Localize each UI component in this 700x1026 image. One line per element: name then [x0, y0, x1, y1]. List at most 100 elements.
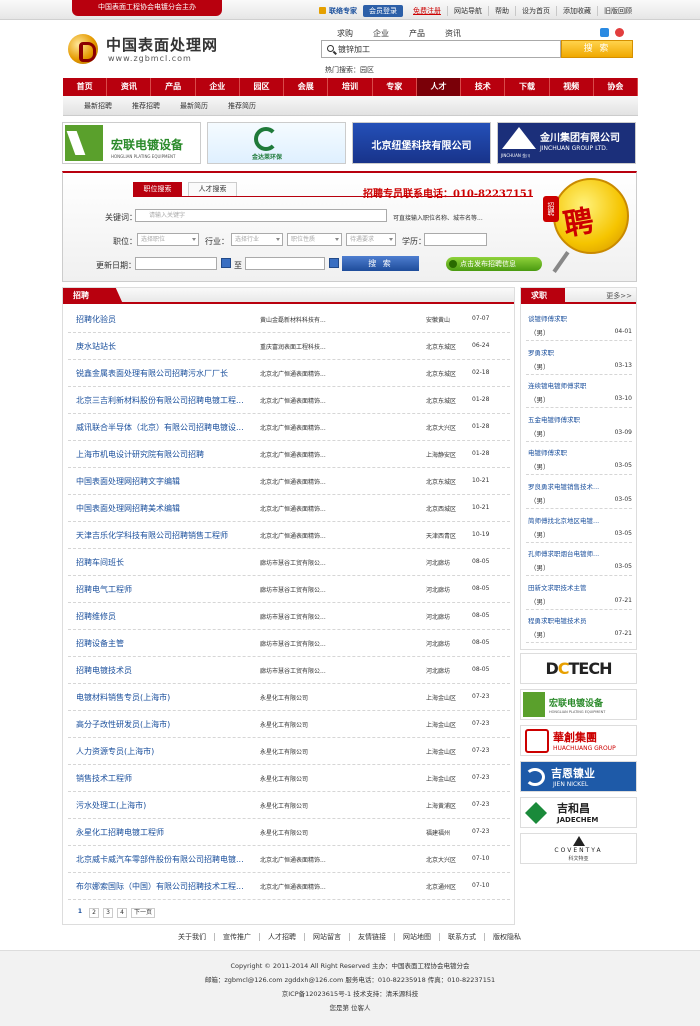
logo-dctech[interactable]: DCTECH: [520, 653, 637, 684]
logo-huachuang[interactable]: 華創集團 HUACHUANG GROUP: [520, 725, 637, 756]
job-title-link[interactable]: 招聘维修员: [76, 611, 254, 622]
top-link-favorite[interactable]: 添加收藏: [556, 6, 597, 16]
seeker-more-link[interactable]: 更多>>: [606, 291, 632, 301]
job-title-link[interactable]: 招聘设备主管: [76, 638, 254, 649]
footer-link-privacy[interactable]: 版权隐私: [484, 933, 529, 941]
job-title-link[interactable]: 北京三吉利新材料股份有限公司招聘电镀工程...: [76, 395, 254, 406]
qq-icon[interactable]: [600, 28, 609, 37]
seeker-name-link[interactable]: 五金电镀师傅求职: [528, 414, 632, 424]
job-title-link[interactable]: 销售技术工程师: [76, 773, 254, 784]
job-title-link[interactable]: 中国表面处理网招聘美术编辑: [76, 503, 254, 514]
search-input[interactable]: [338, 42, 558, 56]
keyword-input[interactable]: 请输入关键字: [135, 209, 387, 222]
calendar-icon[interactable]: [221, 258, 231, 268]
job-title-link[interactable]: 招聘化验员: [76, 314, 254, 325]
search-tab-company[interactable]: 企业: [373, 28, 389, 39]
seeker-name-link[interactable]: 连续镀电镀师傅求职: [528, 380, 632, 390]
footer-link-contact[interactable]: 联系方式: [439, 933, 484, 941]
weibo-icon[interactable]: [615, 28, 624, 37]
search-tab-purchase[interactable]: 求购: [337, 28, 353, 39]
nav-association[interactable]: 协会: [594, 78, 639, 96]
job-title-link[interactable]: 庚水站站长: [76, 341, 254, 352]
contact-expert-link[interactable]: 联络专家: [313, 6, 363, 16]
footer-link-jobs[interactable]: 人才招聘: [259, 933, 304, 941]
job-search-button[interactable]: 搜 索: [342, 256, 419, 271]
job-title-link[interactable]: 人力资源专员(上海市): [76, 746, 254, 757]
footer-link-about[interactable]: 关于我们: [170, 933, 214, 941]
page-4[interactable]: 4: [117, 908, 127, 918]
subnav-recommended-jobs[interactable]: 推荐招聘: [132, 96, 160, 115]
nav-exhibitions[interactable]: 会展: [284, 78, 329, 96]
nav-talent[interactable]: 人才: [416, 78, 462, 96]
subnav-recommended-resumes[interactable]: 推荐简历: [228, 96, 256, 115]
logo-honglian[interactable]: 宏联电镀设备 HONGLIAN PLATING EQUIPMENT: [520, 689, 637, 720]
top-link-homepage[interactable]: 设为首页: [515, 6, 556, 16]
nav-companies[interactable]: 企业: [196, 78, 240, 96]
seeker-name-link[interactable]: 孔师傅求职烟台电镀师...: [528, 548, 632, 558]
job-title-link[interactable]: 锐鑫金属表面处理有限公司招聘污水厂厂长: [76, 368, 254, 379]
footer-link-message[interactable]: 网站留言: [304, 933, 349, 941]
logo-jien-nickel[interactable]: 吉恩镍业 JIEN NICKEL: [520, 761, 637, 792]
logo-coventya[interactable]: COVENTYA 科文特亚: [520, 833, 637, 864]
nature-select[interactable]: 职位性质: [287, 233, 342, 246]
seeker-name-link[interactable]: 田新文求职技术主管: [528, 582, 632, 592]
nav-parks[interactable]: 园区: [240, 78, 285, 96]
job-title-link[interactable]: 永星化工招聘电镀工程师: [76, 827, 254, 838]
search-tab-news[interactable]: 资讯: [445, 28, 461, 39]
calendar-icon[interactable]: [329, 258, 339, 268]
job-title-link[interactable]: 北京威卡威汽车零部件股份有限公司招聘电镀...: [76, 854, 254, 865]
top-link-old-version[interactable]: 旧版回顾: [597, 6, 638, 16]
site-logo[interactable]: 中国表面处理网 www.zgbmcl.com: [68, 30, 228, 66]
banner-jinchuan[interactable]: 金川集团有限公司 JINCHUAN GROUP LTD. JINCHUAN 金川: [497, 122, 636, 164]
page-1[interactable]: 1: [75, 908, 85, 918]
page-2[interactable]: 2: [89, 908, 99, 918]
nav-news[interactable]: 资讯: [107, 78, 152, 96]
post-job-button[interactable]: 点击发布招聘信息: [446, 257, 542, 271]
date-to-input[interactable]: [245, 257, 325, 270]
tab-talent-search[interactable]: 人才搜索: [188, 182, 237, 196]
seeker-name-link[interactable]: 谈镀师傅求职: [528, 313, 632, 323]
position-select[interactable]: 选择职位: [137, 233, 199, 246]
subnav-latest-resumes[interactable]: 最新简历: [180, 96, 208, 115]
job-title-link[interactable]: 招聘电镀技术员: [76, 665, 254, 676]
job-title-link[interactable]: 电镀材料销售专员(上海市): [76, 692, 254, 703]
industry-select[interactable]: 选择行业: [231, 233, 283, 246]
seeker-name-link[interactable]: 罗良勇求电镀销售技术...: [528, 481, 632, 491]
education-select[interactable]: [424, 233, 487, 246]
job-title-link[interactable]: 天津吉乐化学科技有限公司招聘销售工程师: [76, 530, 254, 541]
nav-products[interactable]: 产品: [151, 78, 196, 96]
job-title-link[interactable]: 招聘车间班长: [76, 557, 254, 568]
nav-technology[interactable]: 技术: [461, 78, 506, 96]
nav-training[interactable]: 培训: [328, 78, 373, 96]
footer-link-sitemap[interactable]: 网站地图: [394, 933, 439, 941]
salary-select[interactable]: 待遇要求: [346, 233, 396, 246]
footer-link-promotion[interactable]: 宣传推广: [214, 933, 259, 941]
banner-jindalai[interactable]: 金达莱环保: [207, 122, 346, 164]
nav-download[interactable]: 下载: [505, 78, 550, 96]
date-from-input[interactable]: [135, 257, 217, 270]
footer-link-friends[interactable]: 友情链接: [349, 933, 394, 941]
hot-search-item[interactable]: 园区: [360, 66, 374, 74]
job-title-link[interactable]: 上海市机电设计研究院有限公司招聘: [76, 449, 254, 460]
logo-jadechem[interactable]: 吉和昌 JADECHEM: [520, 797, 637, 828]
nav-video[interactable]: 视频: [550, 78, 594, 96]
register-link[interactable]: 免费注册: [407, 6, 447, 16]
top-link-help[interactable]: 帮助: [488, 6, 515, 16]
nav-home[interactable]: 首页: [63, 78, 108, 96]
seeker-name-link[interactable]: 程勇求职电镀技术员: [528, 615, 632, 625]
page-3[interactable]: 3: [103, 908, 113, 918]
job-title-link[interactable]: 布尔娜索国际（中国）有限公司招聘技术工程...: [76, 881, 254, 892]
next-page-button[interactable]: 下一页: [131, 908, 156, 918]
member-login-button[interactable]: 会员登录: [363, 5, 403, 17]
seeker-name-link[interactable]: 电镀师傅求职: [528, 447, 632, 457]
nav-experts[interactable]: 专家: [373, 78, 417, 96]
top-link-nav[interactable]: 网站导航: [447, 6, 488, 16]
job-title-link[interactable]: 污水处理工(上海市): [76, 800, 254, 811]
job-title-link[interactable]: 中国表面处理网招聘文字编辑: [76, 476, 254, 487]
search-button[interactable]: 搜 索: [561, 40, 633, 58]
seeker-name-link[interactable]: 简师傅找北京地区电镀...: [528, 515, 632, 525]
search-tab-product[interactable]: 产品: [409, 28, 425, 39]
job-title-link[interactable]: 威讯联合半导体（北京）有限公司招聘电镀设...: [76, 422, 254, 433]
job-title-link[interactable]: 招聘电气工程师: [76, 584, 254, 595]
subnav-latest-jobs[interactable]: 最新招聘: [84, 96, 112, 115]
